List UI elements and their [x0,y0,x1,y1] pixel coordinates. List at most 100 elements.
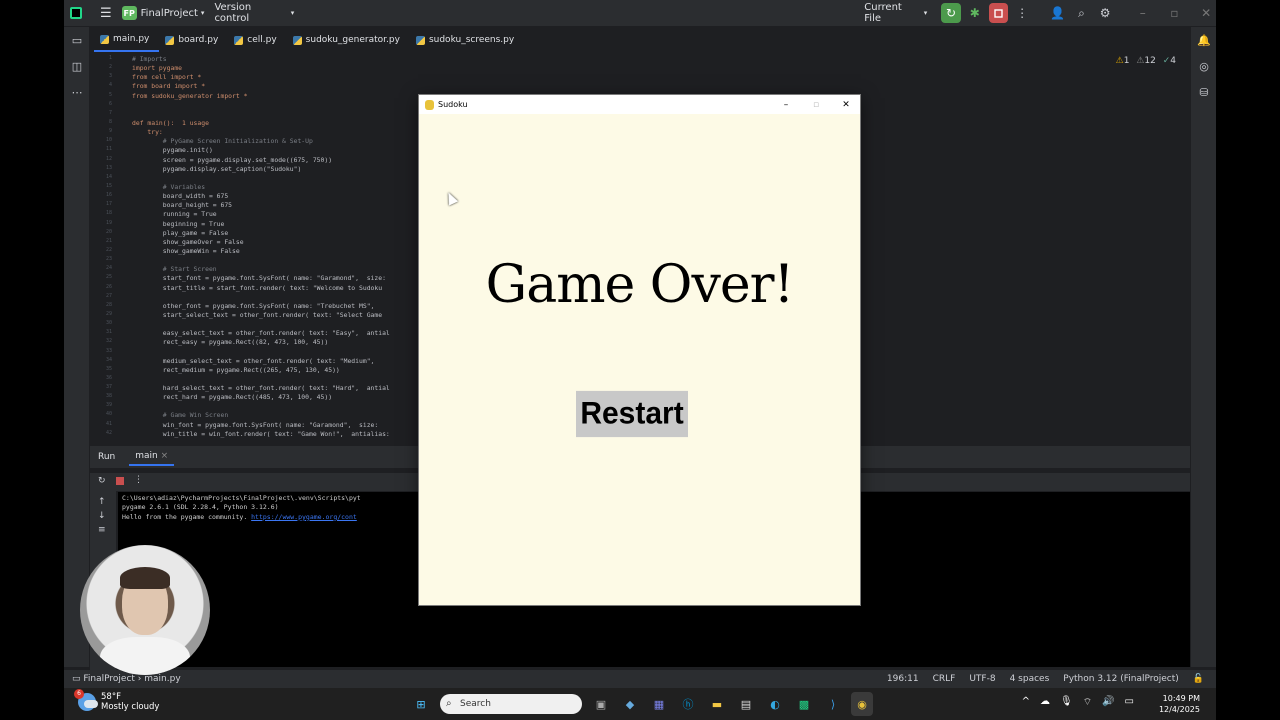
database-icon[interactable]: ⛁ [1191,79,1216,105]
restart-button[interactable]: Restart [576,390,688,438]
line-separator[interactable]: CRLF [933,674,956,684]
search-icon[interactable]: ⌕ [1072,3,1092,23]
python-interpreter[interactable]: Python 3.12 (FinalProject) [1063,674,1179,684]
hp-icon[interactable]: ⓗ [677,692,699,716]
soft-wrap-icon[interactable]: ≡ [98,525,116,535]
file-encoding[interactable]: UTF-8 [969,674,995,684]
file-explorer-icon[interactable]: ▬ [706,692,728,716]
speaker-icon[interactable]: 🔊 [1102,696,1114,709]
close-icon[interactable]: × [161,451,169,461]
weather-widget[interactable]: 6 58°F Mostly cloudy [74,689,160,712]
lock-icon[interactable]: 🔓 [1193,674,1204,684]
version-control-menu[interactable]: Version control ▾ [214,2,294,24]
weather-badge: 6 [74,689,84,699]
line-number: 32 [105,338,112,345]
typo-count: 4 [1170,56,1176,66]
taskbar-search[interactable]: ⌕ Search [440,694,582,714]
store-icon[interactable]: ▤ [735,692,757,716]
line-number: 3 [108,73,112,80]
maximize-icon[interactable]: ▫ [801,95,831,114]
line-number: 25 [105,274,112,281]
line-number: 38 [105,393,112,400]
arrow-up-icon[interactable]: ↑ [98,497,116,507]
microphone-icon[interactable]: 🎙 [1060,696,1073,709]
left-tool-strip: ▭ ◫ ⋯ [64,27,90,667]
pygame-snake-icon [425,99,434,110]
weather-desc: Mostly cloudy [101,702,160,712]
structure-icon[interactable]: ◫ [64,53,90,79]
editor-tab[interactable]: cell.py [228,28,286,52]
stop-icon[interactable] [988,3,1009,23]
wifi-icon[interactable]: ⌔ [1083,696,1092,709]
python-file-icon [165,35,175,45]
inspection-widget[interactable]: ⚠1 ⚠12 ✓4 [1116,56,1176,66]
line-number: 4 [108,82,112,89]
rerun-icon[interactable]: ↻ [941,3,961,23]
cloud-icon[interactable]: ☁ [1040,696,1050,709]
more-tools-icon[interactable]: ⋯ [64,79,90,105]
webcam-overlay [80,545,210,675]
notifications-icon[interactable]: 🔔 [1191,27,1216,53]
editor-tab[interactable]: sudoku_generator.py [287,28,410,52]
run-config-selector[interactable]: Current File ▾ [864,2,927,24]
pygame-window-icon[interactable]: ◉ [851,692,873,716]
project-selector[interactable]: FP FinalProject ▾ [121,6,204,20]
line-number: 26 [105,283,112,290]
line-number: 35 [105,365,112,372]
maximize-icon[interactable]: ▫ [1165,3,1185,23]
code-line: from cell import * [132,73,202,82]
line-number: 17 [105,201,112,208]
minimize-icon[interactable]: – [771,95,801,114]
editor-tab[interactable]: main.py [94,28,160,52]
taskbar-clock[interactable]: 10:49 PM 12/4/2025 [1159,693,1200,715]
edge-icon[interactable]: ◐ [764,692,786,716]
run-config-label: Current File [864,2,902,24]
code-line: # Imports [132,55,167,63]
rerun-icon[interactable]: ↻ [98,476,106,486]
pycharm-logo-icon[interactable] [70,7,82,19]
debug-icon[interactable]: ✱ [965,3,985,23]
close-icon[interactable]: ✕ [1196,3,1216,23]
project-badge: FP [121,6,137,20]
project-breadcrumb[interactable]: ▭ FinalProject › main.py [72,674,181,684]
minimize-icon[interactable]: – [1133,3,1153,23]
editor-tabs: main.py board.py cell.py sudoku_generator.p… [94,28,1204,52]
arrow-down-icon[interactable]: ↓ [98,511,116,521]
editor-tab-label: sudoku_generator.py [305,35,400,45]
line-gutter: 1 2 3 4 5 6 7 8 9 10 11 12 13 14 15 16 17 18 19 20 21 22 23 24 2… [94,55,112,439]
indent-setting[interactable]: 4 spaces [1010,674,1050,684]
code-line: from board import * [132,82,206,91]
gear-icon[interactable]: ⚙ [1095,3,1115,23]
copilot-icon[interactable]: ◆ [619,692,641,716]
more-actions-icon[interactable]: ⋮ [1012,3,1032,23]
editor-tab[interactable]: sudoku_screens.py [410,28,524,52]
close-icon[interactable]: ✕ [831,95,861,114]
warning-icon: ⚠ [1115,56,1124,66]
line-number: 16 [105,192,112,199]
folder-icon[interactable]: ▭ [64,27,90,53]
teams-icon[interactable]: ▦ [648,692,670,716]
main-menu-icon[interactable]: ☰ [100,6,112,21]
editor-tab[interactable]: board.py [159,28,228,52]
console-link[interactable]: https://www.pygame.org/cont [251,513,357,521]
pycharm-icon[interactable]: ▩ [793,692,815,716]
chevron-up-icon[interactable]: ^ [1022,696,1030,709]
line-number: 7 [108,109,112,116]
ai-assistant-icon[interactable]: ◎ [1191,53,1216,79]
vscode-icon[interactable]: ⟩ [822,692,844,716]
run-tab-main[interactable]: main × [129,448,175,466]
game-window-titlebar: Sudoku – ▫ ✕ [419,95,860,114]
start-button-icon[interactable]: ⊞ [410,692,432,716]
add-user-icon[interactable]: 👤 [1048,3,1068,23]
more-actions-icon[interactable]: ⋮ [134,475,143,485]
caret-position[interactable]: 196:11 [887,674,919,684]
line-number: 9 [108,128,112,135]
line-number: 37 [105,384,112,391]
line-number: 41 [105,420,112,427]
windows-taskbar: 6 58°F Mostly cloudy ⊞ ⌕ Search ▣ ◆ ▦ ⓗ ▬ … [64,688,1216,720]
stop-icon[interactable] [116,477,124,485]
line-number: 23 [105,256,112,263]
ide-title-bar: ☰ FP FinalProject ▾ Version control ▾ Cu… [64,0,1216,27]
battery-icon[interactable]: ▭ [1125,696,1134,709]
task-view-icon[interactable]: ▣ [590,692,612,716]
